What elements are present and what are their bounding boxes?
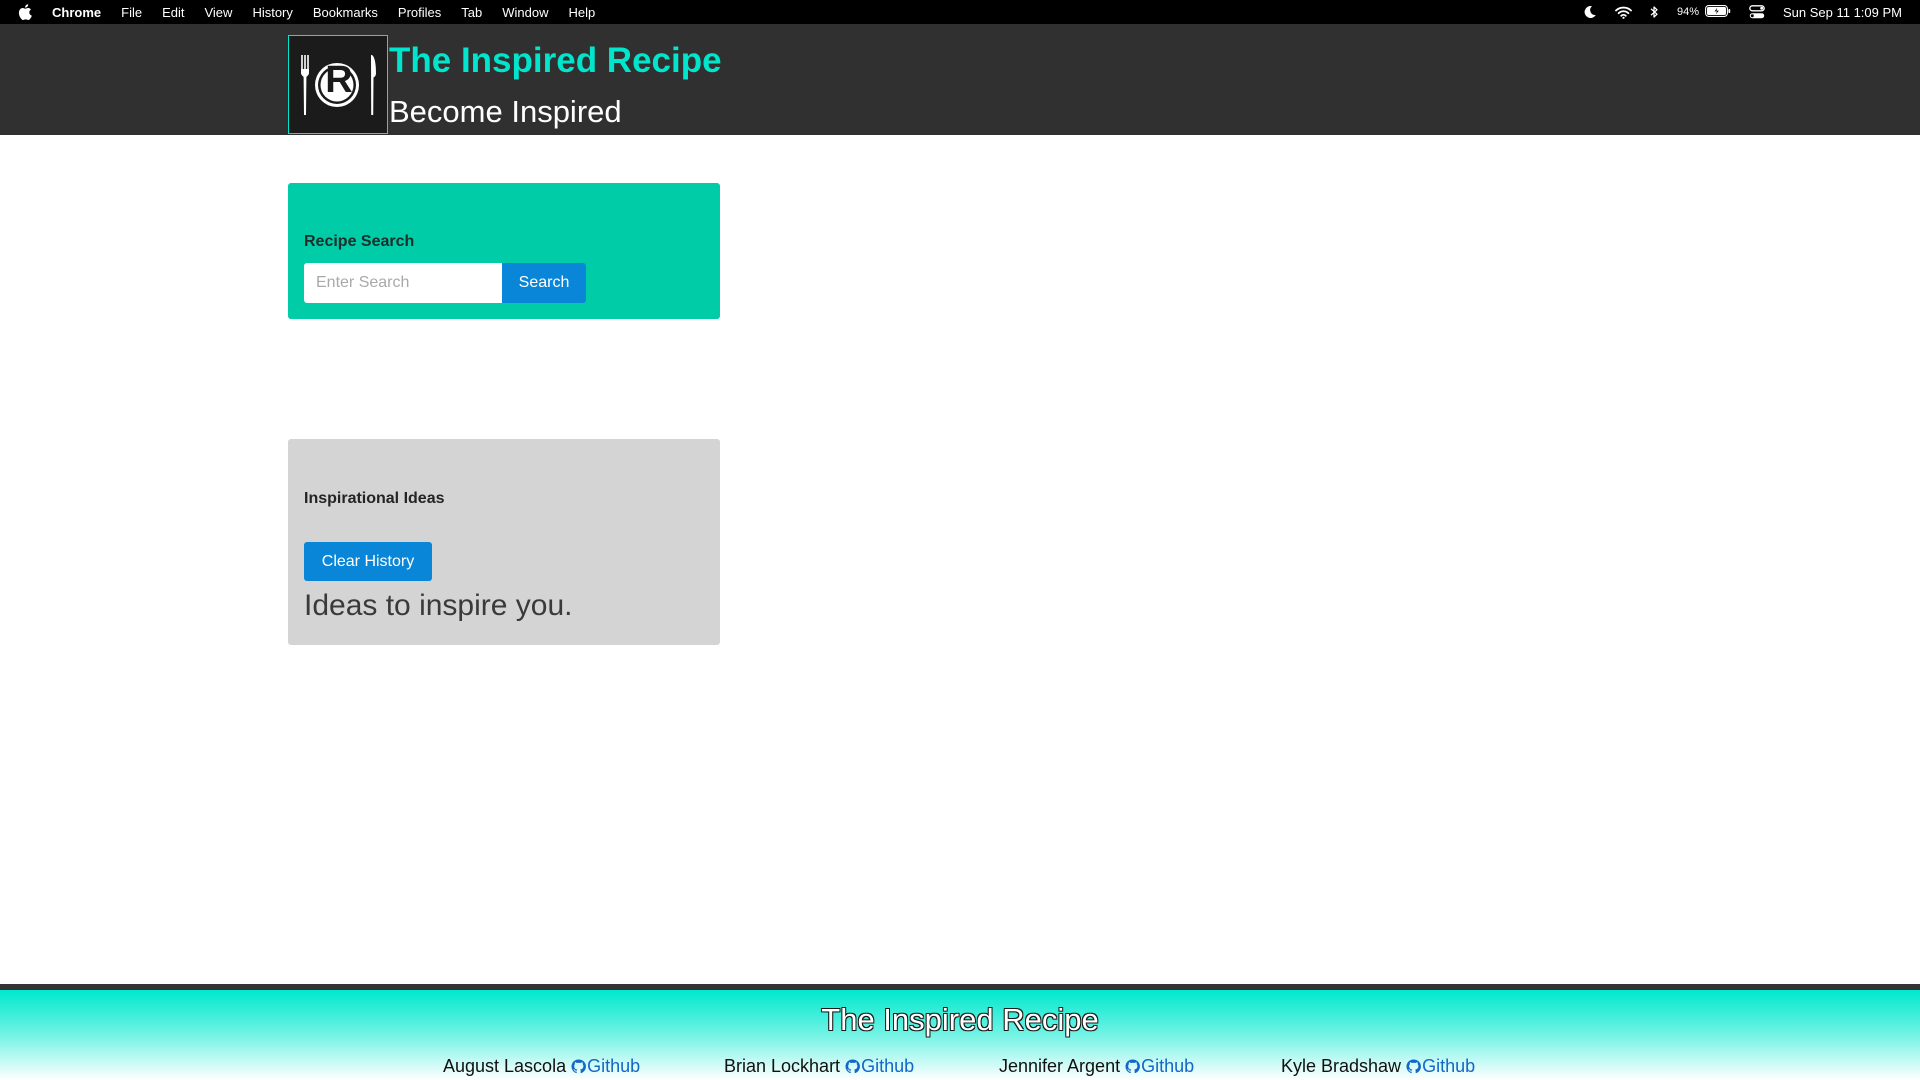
github-link-label: Github (1422, 1056, 1476, 1076)
menu-file[interactable]: File (121, 5, 142, 20)
site-subtitle: Become Inspired (389, 94, 622, 129)
site-title: The Inspired Recipe (389, 41, 722, 80)
github-icon (571, 1059, 587, 1074)
menu-help[interactable]: Help (569, 5, 596, 20)
bluetooth-icon[interactable] (1650, 0, 1659, 24)
menu-app-chrome[interactable]: Chrome (52, 5, 101, 20)
moon-icon[interactable] (1583, 0, 1597, 24)
inspirational-ideas-heading: Inspirational Ideas (304, 490, 445, 507)
github-link-label: Github (587, 1056, 641, 1076)
github-link-brian-lockhart[interactable]: Github (845, 1056, 914, 1077)
github-link-kyle-bradshaw[interactable]: Github (1406, 1056, 1475, 1077)
menu-profiles[interactable]: Profiles (398, 5, 441, 20)
credit-name: Kyle Bradshaw (1281, 1056, 1402, 1076)
menu-tab[interactable]: Tab (461, 5, 482, 20)
credit-name: August Lascola (443, 1056, 567, 1076)
credit-kyle-bradshaw: Kyle Bradshaw Github (1281, 1056, 1475, 1077)
logo-letter: R (325, 59, 353, 101)
battery-icon (1705, 4, 1731, 20)
search-button[interactable]: Search (502, 263, 586, 303)
github-icon (1406, 1059, 1421, 1074)
credit-name: Jennifer Argent (999, 1056, 1121, 1076)
credit-brian-lockhart: Brian Lockhart Github (724, 1056, 914, 1077)
wifi-icon[interactable] (1615, 0, 1632, 24)
clock[interactable]: Sun Sep 11 1:09 PM (1783, 5, 1902, 20)
apple-icon[interactable] (18, 0, 36, 24)
search-input[interactable] (304, 263, 502, 303)
menu-window[interactable]: Window (502, 5, 548, 20)
site-footer: The Inspired Recipe August Lascola Githu… (0, 990, 1920, 1080)
clear-history-button[interactable]: Clear History (304, 542, 432, 581)
menu-view[interactable]: View (204, 5, 232, 20)
github-link-august-lascola[interactable]: Github (571, 1056, 640, 1077)
site-header: R The Inspired Recipe Become Inspired (0, 24, 1920, 135)
menu-bookmarks[interactable]: Bookmarks (313, 5, 378, 20)
ideas-placeholder-text: Ideas to inspire you. (304, 589, 573, 622)
footer-title: The Inspired Recipe (821, 1002, 1099, 1037)
menu-history[interactable]: History (252, 5, 292, 20)
github-link-label: Github (861, 1056, 915, 1076)
battery-status[interactable]: 94% (1676, 4, 1731, 20)
github-icon (845, 1059, 860, 1074)
inspirational-ideas-card: Inspirational Ideas Clear History Ideas … (288, 439, 720, 645)
recipe-search-card: Recipe Search Search (288, 183, 720, 319)
credit-name: Brian Lockhart (724, 1056, 841, 1076)
recipe-search-heading: Recipe Search (304, 233, 415, 250)
credit-jennifer-argent: Jennifer Argent Github (999, 1056, 1194, 1077)
github-link-jennifer-argent[interactable]: Github (1125, 1056, 1194, 1077)
github-link-label: Github (1141, 1056, 1195, 1076)
menu-edit[interactable]: Edit (162, 5, 184, 20)
github-icon (1125, 1059, 1141, 1074)
site-logo[interactable]: R (288, 35, 388, 134)
battery-percent: 94% (1676, 6, 1699, 18)
control-center-icon[interactable] (1749, 0, 1765, 24)
menu-bar: Chrome File Edit View History Bookmarks … (0, 0, 1920, 24)
credit-august-lascola: August Lascola Github (443, 1056, 640, 1077)
